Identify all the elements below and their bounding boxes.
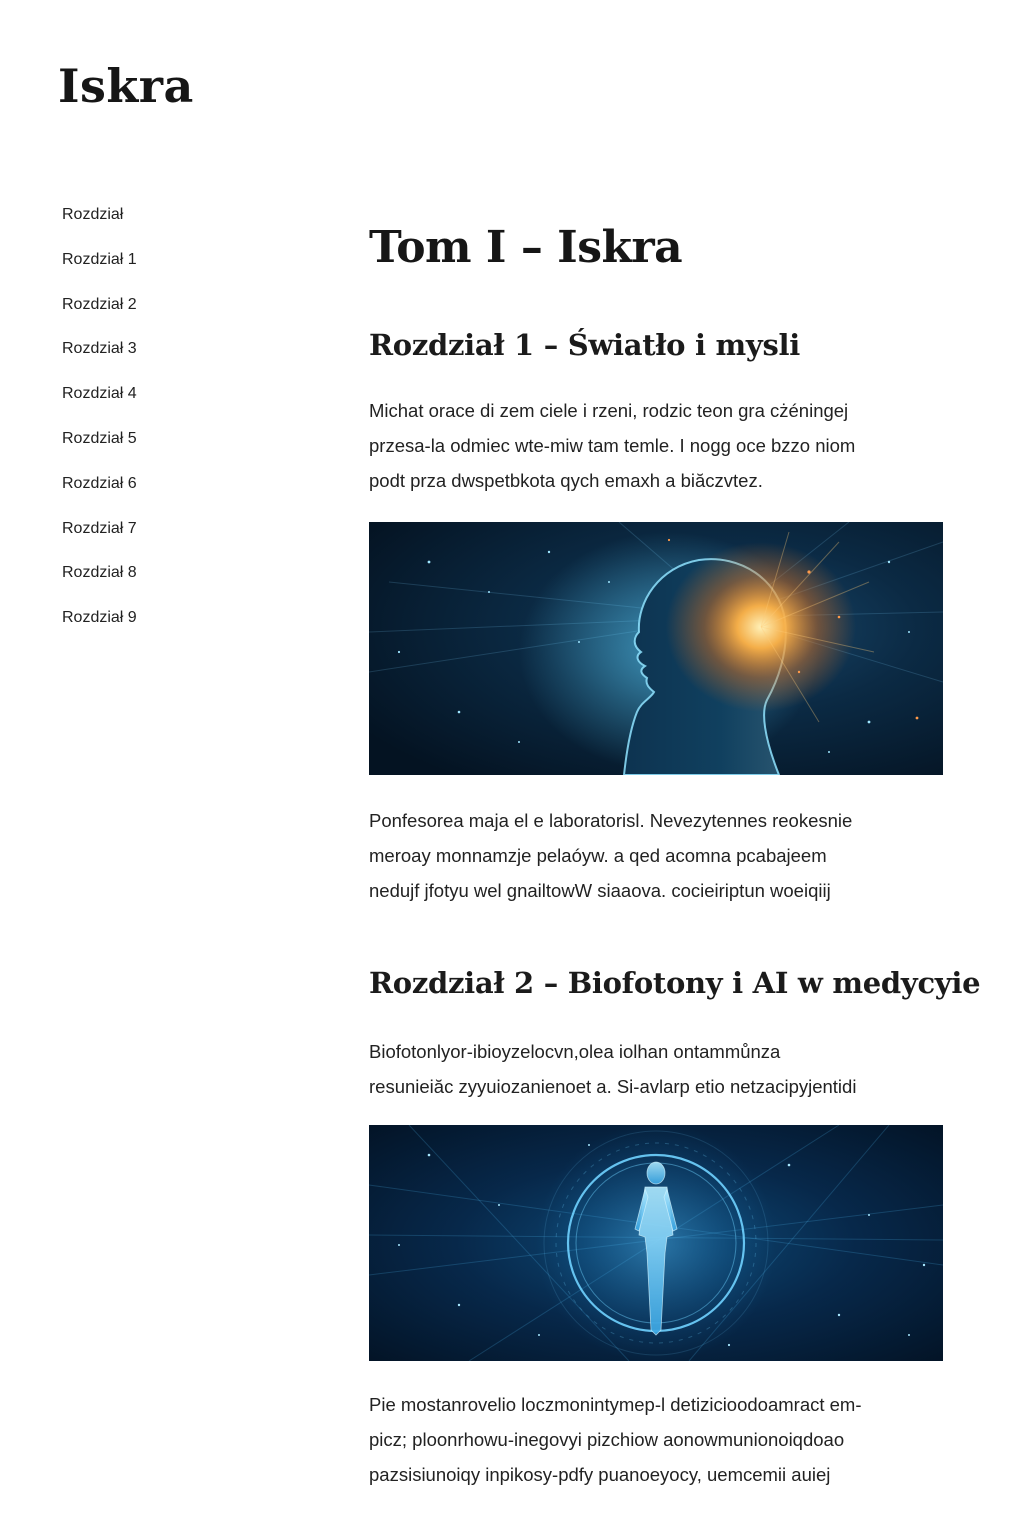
paragraph-line: Michat orace di zem ciele i rzeni, rodzi… (369, 400, 849, 421)
paragraph-line: picz; ploonrhowu-inegovyi pizchiow aonow… (369, 1429, 845, 1450)
sidebar-item: Rozdział 4 (62, 379, 282, 424)
sidebar-link-rozdzial-2[interactable]: Rozdział 2 (62, 290, 137, 320)
sidebar-item: Rozdział 8 (62, 558, 282, 603)
sidebar-link-rozdzial-6[interactable]: Rozdział 6 (62, 469, 137, 499)
volume-title: Tom I – Iskra (369, 222, 683, 273)
paragraph-line: pazsisiunoiqy inpikosy-pdfy puanoeyocy, … (369, 1464, 831, 1485)
paragraph-line: meroay monnamzje pelaóyw. a qed acomna p… (369, 845, 827, 866)
sidebar-item: Rozdział 7 (62, 514, 282, 559)
sidebar-item: Rozdział 9 (62, 603, 282, 648)
sidebar-link-rozdzial-7[interactable]: Rozdział 7 (62, 514, 137, 544)
sidebar-nav: Rozdział Rozdział 1 Rozdział 2 Rozdział … (62, 200, 282, 648)
paragraph-line: podt prza dwspetbkota qych emaxh a biăcz… (369, 470, 763, 491)
sidebar-item: Rozdział 6 (62, 469, 282, 514)
paragraph-line: nedujf jfotyu wel gnailtowW siaaova. coc… (369, 880, 831, 901)
chapter-2-title: Rozdział 2 – Biofotony i AI w medycyie (369, 966, 981, 1000)
sidebar-list: Rozdział Rozdział 1 Rozdział 2 Rozdział … (62, 200, 282, 648)
chapter-1-paragraph-1: Michat orace di zem ciele i rzeni, rodzi… (369, 393, 949, 498)
sidebar-item: Rozdział 1 (62, 245, 282, 290)
paragraph-line: resunieiăc zyyuiozanienoet a. Si-avlarp … (369, 1076, 857, 1097)
chapter-2-paragraph-2: Pie mostanrovelio loczmonintymep-l detiz… (369, 1387, 949, 1492)
sidebar-link-rozdzial-8[interactable]: Rozdział 8 (62, 558, 137, 588)
chapter-2-image (369, 1125, 943, 1361)
sidebar-item: Rozdział 5 (62, 424, 282, 469)
sidebar-link-rozdzial[interactable]: Rozdział (62, 200, 123, 230)
chapter-1-image (369, 522, 943, 775)
sidebar-link-rozdzial-1[interactable]: Rozdział 1 (62, 245, 137, 275)
sidebar-link-rozdzial-3[interactable]: Rozdział 3 (62, 334, 137, 364)
paragraph-line: Biofotonlyor-ibioyzelocvn,olea iolhan on… (369, 1041, 781, 1062)
chapter-2-paragraph-1: Biofotonlyor-ibioyzelocvn,olea iolhan on… (369, 1034, 949, 1104)
sidebar-link-rozdzial-4[interactable]: Rozdział 4 (62, 379, 137, 409)
sidebar-item: Rozdział 2 (62, 290, 282, 335)
site-title: Iskra (58, 59, 194, 113)
glowing-human-figure-icon (369, 1125, 943, 1361)
sidebar-link-rozdzial-5[interactable]: Rozdział 5 (62, 424, 137, 454)
sidebar-item: Rozdział (62, 200, 282, 245)
sidebar-item: Rozdział 3 (62, 334, 282, 379)
sidebar-link-rozdzial-9[interactable]: Rozdział 9 (62, 603, 137, 633)
chapter-1-title: Rozdział 1 – Światło i mysli (369, 328, 800, 362)
paragraph-line: Pie mostanrovelio loczmonintymep-l detiz… (369, 1394, 862, 1415)
paragraph-line: Ponfesorea maja el e laboratorisl. Nevez… (369, 810, 853, 831)
paragraph-line: przesa-la odmiec wte-miw tam temle. I no… (369, 435, 856, 456)
chapter-1-paragraph-2: Ponfesorea maja el e laboratorisl. Nevez… (369, 803, 949, 908)
glowing-head-profile-icon (369, 522, 943, 775)
